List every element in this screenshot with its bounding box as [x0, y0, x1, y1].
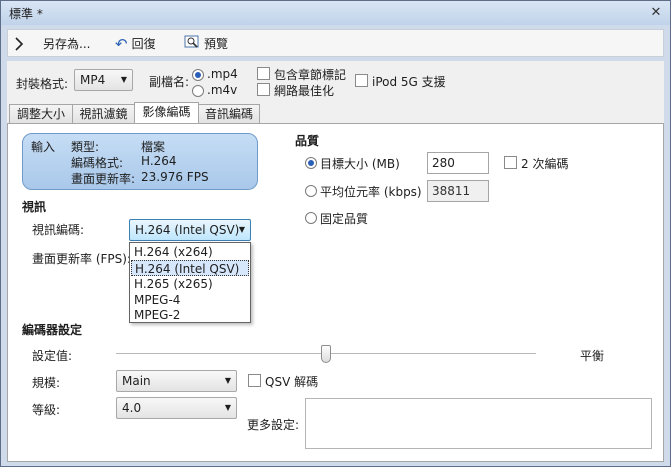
dropdown-arrow-icon: ▼ — [224, 376, 231, 385]
ext-m4v-label: .m4v — [207, 83, 238, 97]
chevron-right-icon[interactable] — [14, 34, 24, 54]
tab-label: 視訊濾鏡 — [79, 107, 128, 121]
encoder-settings-title: 編碼器設定 — [22, 323, 83, 337]
two-pass-label: 2 次編碼 — [521, 157, 569, 171]
level-select[interactable]: 4.0 ▼ — [116, 397, 237, 419]
save-as-button[interactable]: 另存為... — [43, 34, 90, 54]
ipod-checkbox[interactable] — [355, 74, 368, 87]
tab-filters[interactable]: 視訊濾鏡 — [72, 104, 135, 124]
encoder-select[interactable]: H.264 (Intel QSV) ▼ — [129, 219, 251, 241]
avg-bitrate-radio[interactable] — [305, 185, 317, 197]
revert-button[interactable]: ↶ 回復 — [115, 34, 156, 54]
encoder-option[interactable]: H.264 (x264) — [131, 244, 249, 260]
encoder-option[interactable]: H.265 (x265) — [131, 276, 249, 292]
window-title: 標準 * — [9, 7, 43, 21]
title-bar: 標準 * ✕ — [1, 1, 670, 25]
tab-video[interactable]: 影像編碼 — [134, 102, 199, 124]
dropdown-arrow-icon: ▼ — [238, 225, 245, 234]
close-icon[interactable]: ✕ — [648, 5, 664, 21]
container-select[interactable]: MP4 ▼ — [74, 69, 133, 91]
profile-select[interactable]: Main ▼ — [116, 370, 237, 392]
source-fps-value: 23.976 FPS — [141, 170, 209, 184]
target-size-label: 目標大小 (MB) — [320, 157, 400, 171]
tab-audio[interactable]: 音訊編碼 — [198, 104, 260, 124]
source-info-box: 輸入 類型: 檔案 編碼格式: H.264 畫面更新率: 23.976 FPS — [22, 133, 258, 190]
preset-slider-thumb[interactable] — [321, 345, 331, 363]
source-codec-label: 編碼格式: — [71, 156, 124, 170]
container-value: MP4 — [80, 73, 106, 87]
ext-mp4-label: .mp4 — [207, 67, 238, 81]
revert-label: 回復 — [131, 37, 156, 51]
preview-icon — [184, 34, 200, 55]
source-title: 輸入 — [31, 140, 56, 154]
target-size-input[interactable]: 280 — [427, 152, 489, 174]
video-section-title: 視訊 — [22, 200, 47, 214]
quality-section-title: 品質 — [295, 134, 320, 148]
chapter-markers-checkbox[interactable] — [257, 67, 270, 80]
ipod-label: iPod 5G 支援 — [372, 75, 446, 89]
two-pass-checkbox[interactable] — [504, 156, 517, 169]
save-as-label: 另存為... — [43, 37, 91, 51]
toolbar: 另存為... ↶ 回復 預覽 — [7, 29, 664, 57]
tab-dimensions[interactable]: 調整大小 — [9, 104, 73, 124]
ext-mp4-radio[interactable] — [192, 69, 204, 81]
fps-label: 畫面更新率 (FPS): — [32, 252, 131, 266]
undo-icon: ↶ — [115, 35, 128, 53]
web-optimized-label: 網路最佳化 — [274, 84, 335, 98]
tab-label: 調整大小 — [16, 107, 65, 121]
profile-label: 規模: — [32, 376, 61, 390]
level-value: 4.0 — [122, 401, 142, 415]
avg-bitrate-input[interactable]: 38811 — [427, 180, 489, 202]
preview-label: 預覽 — [204, 37, 229, 51]
encoder-option-selected[interactable]: H.264 (Intel QSV) — [131, 260, 249, 276]
web-optimized-checkbox[interactable] — [257, 83, 270, 96]
dropdown-arrow-icon: ▼ — [224, 403, 231, 412]
container-label: 封裝格式: — [16, 77, 69, 91]
encoder-dropdown-list: H.264 (x264) H.264 (Intel QSV) H.265 (x2… — [129, 242, 251, 323]
source-fps-label: 畫面更新率: — [71, 172, 136, 186]
profile-value: Main — [122, 374, 151, 388]
constant-quality-radio[interactable] — [305, 212, 317, 224]
encoder-option[interactable]: MPEG-2 — [131, 307, 249, 323]
main-window: 標準 * ✕ 另存為... ↶ 回復 預覽 封裝格式: MP4 ▼ 副檔名: .… — [0, 0, 671, 467]
encoder-option[interactable]: MPEG-4 — [131, 292, 249, 308]
dropdown-arrow-icon: ▼ — [120, 75, 127, 84]
ext-m4v-radio[interactable] — [192, 85, 204, 97]
source-type-label: 類型: — [71, 140, 100, 154]
tab-label: 音訊編碼 — [204, 107, 253, 121]
chapter-markers-label: 包含章節標記 — [274, 68, 347, 82]
preset-label: 設定值: — [32, 349, 73, 363]
preview-button[interactable]: 預覽 — [184, 34, 228, 54]
constant-quality-label: 固定品質 — [320, 212, 369, 226]
qsv-decode-label: QSV 解碼 — [265, 375, 319, 389]
tab-label: 影像編碼 — [142, 105, 191, 119]
video-tab-panel: 輸入 類型: 檔案 編碼格式: H.264 畫面更新率: 23.976 FPS … — [7, 123, 664, 462]
extension-label: 副檔名: — [149, 75, 190, 89]
preset-value-label: 平衡 — [580, 349, 605, 363]
more-settings-label: 更多設定: — [247, 418, 300, 432]
encoder-label: 視訊編碼: — [32, 223, 85, 237]
encoder-value: H.264 (Intel QSV) — [135, 223, 240, 237]
avg-bitrate-label: 平均位元率 (kbps) — [320, 185, 422, 199]
target-size-radio[interactable] — [305, 157, 317, 169]
source-type-value: 檔案 — [141, 140, 166, 154]
qsv-decode-checkbox[interactable] — [248, 374, 261, 387]
more-settings-input[interactable] — [305, 398, 652, 449]
source-codec-value: H.264 — [141, 154, 177, 168]
level-label: 等級: — [32, 403, 61, 417]
